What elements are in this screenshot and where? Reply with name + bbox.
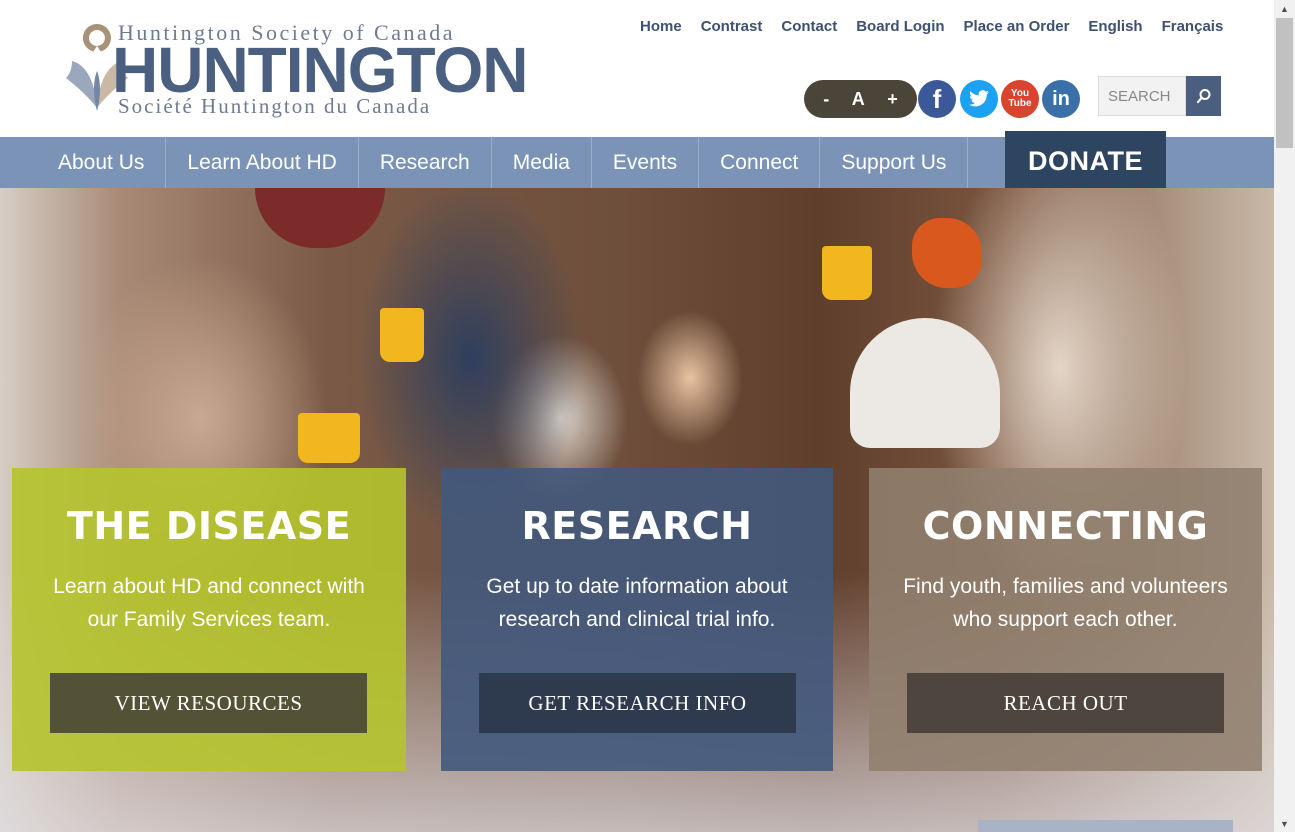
- nav-media[interactable]: Media: [492, 137, 592, 188]
- scrollbar-thumb[interactable]: [1276, 18, 1293, 148]
- logo-bottom-line: Société Huntington du Canada: [118, 94, 432, 118]
- nav-learn-about-hd[interactable]: Learn About HD: [166, 137, 359, 188]
- toplink-english[interactable]: English: [1088, 18, 1142, 35]
- facebook-icon[interactable]: f: [918, 80, 956, 118]
- search-input[interactable]: [1098, 76, 1186, 116]
- view-resources-button[interactable]: VIEW RESOURCES: [50, 673, 367, 733]
- toplink-contact[interactable]: Contact: [781, 18, 837, 35]
- card-text: Learn about HD and connect with our Fami…: [53, 575, 365, 631]
- card-title: THE DISEASE: [66, 504, 352, 548]
- twitter-bird-icon: [969, 90, 989, 107]
- toplink-board-login[interactable]: Board Login: [856, 18, 944, 35]
- nav-support-us[interactable]: Support Us: [820, 137, 969, 188]
- font-decrease-button[interactable]: -: [823, 89, 829, 110]
- card-text: Get up to date information about researc…: [486, 575, 788, 631]
- search-icon: [1196, 89, 1210, 104]
- card-title: RESEARCH: [521, 504, 753, 548]
- search-button[interactable]: [1186, 76, 1221, 116]
- card-research: RESEARCH Get up to date information abou…: [441, 468, 833, 771]
- card-the-disease: THE DISEASE Learn about HD and connect w…: [12, 468, 406, 771]
- hero-photo-detail: [822, 246, 872, 300]
- linkedin-icon[interactable]: in: [1042, 80, 1080, 118]
- card-title: CONNECTING: [922, 504, 1209, 548]
- hero-banner: THE DISEASE Learn about HD and connect w…: [0, 188, 1274, 832]
- site-logo[interactable]: Huntington Society of Canada HUNTINGTON …: [62, 14, 547, 118]
- reach-out-button[interactable]: REACH OUT: [907, 673, 1224, 733]
- card-connecting: CONNECTING Find youth, families and volu…: [869, 468, 1262, 771]
- page-scrollbar[interactable]: ▲ ▼: [1274, 0, 1295, 832]
- logo-wordmark: HUNTINGTON: [112, 34, 528, 106]
- bottom-tab[interactable]: [978, 820, 1233, 832]
- toplink-home[interactable]: Home: [640, 18, 682, 35]
- twitter-icon[interactable]: [960, 80, 998, 118]
- hero-photo-detail: [380, 308, 424, 362]
- card-text: Find youth, families and volunteers who …: [903, 575, 1228, 631]
- youtube-label-bottom: Tube: [1008, 98, 1032, 109]
- font-reset-button[interactable]: A: [852, 89, 865, 110]
- font-increase-button[interactable]: +: [887, 89, 898, 110]
- nav-events[interactable]: Events: [592, 137, 700, 188]
- font-size-control: - A +: [804, 80, 917, 118]
- get-research-info-button[interactable]: GET RESEARCH INFO: [479, 673, 796, 733]
- utility-nav: Home Contrast Contact Board Login Place …: [640, 18, 1242, 35]
- nav-research[interactable]: Research: [359, 137, 492, 188]
- hero-photo-detail: [850, 318, 1000, 448]
- toplink-contrast[interactable]: Contrast: [701, 18, 763, 35]
- scroll-up-icon[interactable]: ▲: [1274, 0, 1295, 17]
- nav-about-us[interactable]: About Us: [0, 137, 167, 188]
- hero-photo-detail: [912, 218, 982, 288]
- toplink-place-order[interactable]: Place an Order: [964, 18, 1070, 35]
- site-header: Huntington Society of Canada HUNTINGTON …: [0, 0, 1274, 137]
- scroll-down-icon[interactable]: ▼: [1274, 815, 1295, 832]
- hero-photo-detail: [255, 188, 385, 248]
- toplink-francais[interactable]: Français: [1162, 18, 1224, 35]
- hero-photo-detail: [298, 413, 360, 463]
- nav-connect[interactable]: Connect: [699, 137, 821, 188]
- youtube-icon[interactable]: You Tube: [1001, 80, 1039, 118]
- search-form: [1098, 76, 1221, 116]
